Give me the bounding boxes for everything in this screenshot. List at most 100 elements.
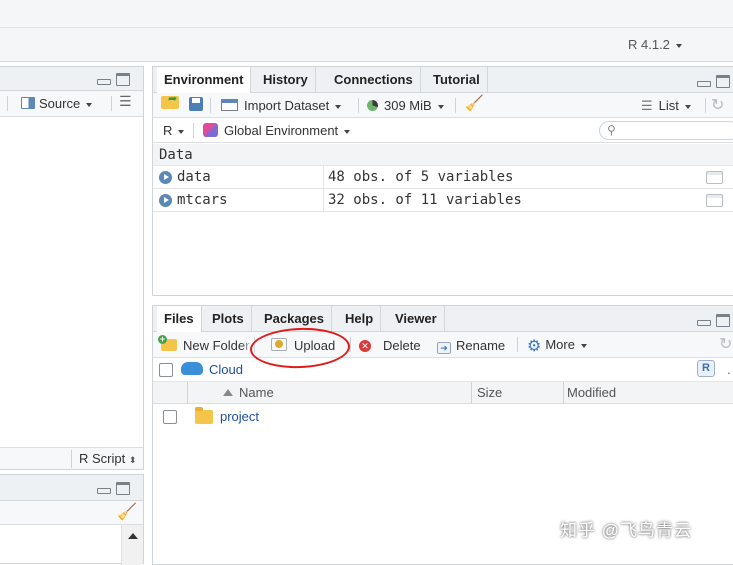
watermark: 知乎 @飞鸟青云 <box>560 521 692 540</box>
toolbar-separator <box>7 96 8 111</box>
memory-usage-button[interactable]: 309 MiB <box>367 98 444 113</box>
minimize-icon[interactable] <box>697 320 711 326</box>
broom-icon[interactable]: 🧹 <box>465 94 484 112</box>
tab-files[interactable]: Files <box>157 306 202 333</box>
rename-button[interactable]: ➜ Rename <box>437 338 505 354</box>
env-row-name: data <box>177 169 211 185</box>
column-name[interactable]: Name <box>239 385 274 400</box>
environment-select[interactable]: Global Environment <box>203 123 351 138</box>
files-tabs: Files Plots Packages Help Viewer <box>153 306 733 333</box>
minimize-icon[interactable] <box>97 79 111 85</box>
memory-label: 309 MiB <box>384 98 432 113</box>
maximize-icon[interactable] <box>716 75 730 88</box>
chevron-down-icon <box>344 129 351 134</box>
chevron-down-icon <box>437 104 444 109</box>
r-version-menu[interactable]: R 4.1.2 <box>628 37 682 52</box>
console-pane: 🧹 <box>0 474 144 565</box>
broom-icon[interactable]: 🧹 <box>117 502 137 522</box>
environment-scope-bar: R Global Environment ⚲ <box>153 118 733 143</box>
toolbar-separator <box>358 98 359 113</box>
files-pane-window-buttons[interactable] <box>697 314 731 328</box>
main-toolbar <box>0 28 733 62</box>
file-row[interactable]: project <box>153 404 733 430</box>
delete-label: Delete <box>383 338 421 353</box>
tab-environment[interactable]: Environment <box>157 67 252 94</box>
path-label[interactable]: Cloud <box>209 362 243 377</box>
table-icon <box>221 99 238 111</box>
console-pane-window-buttons[interactable] <box>97 482 131 496</box>
chevron-down-icon <box>684 104 691 109</box>
view-mode-button[interactable]: ☰ List <box>641 98 691 114</box>
toolbar-separator <box>705 98 706 113</box>
top-menu-bar <box>0 0 733 28</box>
file-type-label: R Script <box>79 451 126 466</box>
select-all-checkbox[interactable] <box>159 363 173 377</box>
more-label: More <box>545 337 575 352</box>
source-status-bar: R Script ⬍ <box>0 447 143 469</box>
new-folder-icon: + <box>158 335 177 351</box>
view-table-icon[interactable] <box>706 194 723 207</box>
source-pane-window-buttons[interactable] <box>97 73 131 87</box>
source-pane: Source ☰ R Script ⬍ <box>0 66 144 470</box>
tab-tutorial[interactable]: Tutorial <box>426 67 488 93</box>
language-select[interactable]: R <box>163 123 185 138</box>
up-down-icon: ⬍ <box>128 455 137 465</box>
env-row[interactable]: data 48 obs. of 5 variables <box>153 166 733 189</box>
sort-ascending-icon[interactable] <box>223 389 233 396</box>
env-row[interactable]: mtcars 32 obs. of 11 variables <box>153 189 733 212</box>
maximize-icon[interactable] <box>116 482 130 495</box>
tab-connections[interactable]: Connections <box>327 67 421 93</box>
maximize-icon[interactable] <box>116 73 130 86</box>
tab-help[interactable]: Help <box>338 306 382 332</box>
minimize-icon[interactable] <box>97 488 111 494</box>
environment-label: Global Environment <box>224 123 339 138</box>
file-type-menu[interactable]: R Script ⬍ <box>79 451 136 466</box>
environment-toolbar: ➦ Import Dataset 309 MiB 🧹 ☰ List ↻ <box>153 93 733 118</box>
toolbar-separator <box>111 96 112 111</box>
refresh-icon[interactable]: ↻ <box>719 334 732 354</box>
view-table-icon[interactable] <box>706 171 723 184</box>
cloud-icon[interactable] <box>181 362 203 375</box>
scroll-up-icon[interactable] <box>128 533 138 539</box>
folder-icon <box>195 407 213 424</box>
expand-play-icon[interactable] <box>159 171 172 184</box>
file-row-name[interactable]: project <box>220 409 259 424</box>
r-project-icon[interactable]: R <box>697 360 715 377</box>
environment-pane-window-buttons[interactable] <box>697 75 731 89</box>
column-size[interactable]: Size <box>477 385 502 400</box>
tab-history[interactable]: History <box>256 67 316 93</box>
toolbar-separator <box>517 337 518 352</box>
console-scrollbar[interactable] <box>121 525 143 565</box>
tab-plots[interactable]: Plots <box>205 306 252 332</box>
files-toolbar: + New Folder Upload ✕ Delete ➜ Rename ⚙ More… <box>153 332 733 358</box>
env-row-value: 48 obs. of 5 variables <box>328 169 514 185</box>
source-button[interactable]: Source <box>21 96 93 111</box>
chevron-down-icon <box>335 104 342 109</box>
env-row-value: 32 obs. of 11 variables <box>328 192 522 208</box>
more-path-icon[interactable]: . <box>727 362 731 377</box>
load-workspace-icon[interactable]: ➦ <box>161 93 179 112</box>
environment-pane: Environment History Connections Tutorial… <box>152 66 733 296</box>
minimize-icon[interactable] <box>697 81 711 87</box>
gear-icon: ⚙ <box>527 338 542 355</box>
column-modified[interactable]: Modified <box>567 385 616 400</box>
file-row-checkbox[interactable] <box>163 410 177 424</box>
maximize-icon[interactable] <box>716 314 730 327</box>
environment-tabs: Environment History Connections Tutorial <box>153 67 733 94</box>
import-dataset-button[interactable]: Import Dataset <box>221 98 342 113</box>
outline-icon[interactable]: ☰ <box>119 93 132 110</box>
tab-viewer[interactable]: Viewer <box>388 306 445 332</box>
save-icon[interactable] <box>189 97 203 114</box>
environment-search-input[interactable]: ⚲ <box>599 121 733 140</box>
toolbar-separator <box>210 98 211 113</box>
files-column-header: Name Size Modified <box>153 382 733 404</box>
section-header: Data <box>153 144 733 166</box>
toolbar-separator <box>71 450 72 468</box>
new-folder-button[interactable]: + New Folder <box>158 335 249 353</box>
import-dataset-label: Import Dataset <box>244 98 330 113</box>
rename-label: Rename <box>456 338 506 353</box>
more-button[interactable]: ⚙ More <box>527 336 587 356</box>
delete-button[interactable]: ✕ Delete <box>359 338 421 353</box>
expand-play-icon[interactable] <box>159 194 172 207</box>
refresh-icon[interactable]: ↻ <box>711 95 724 115</box>
